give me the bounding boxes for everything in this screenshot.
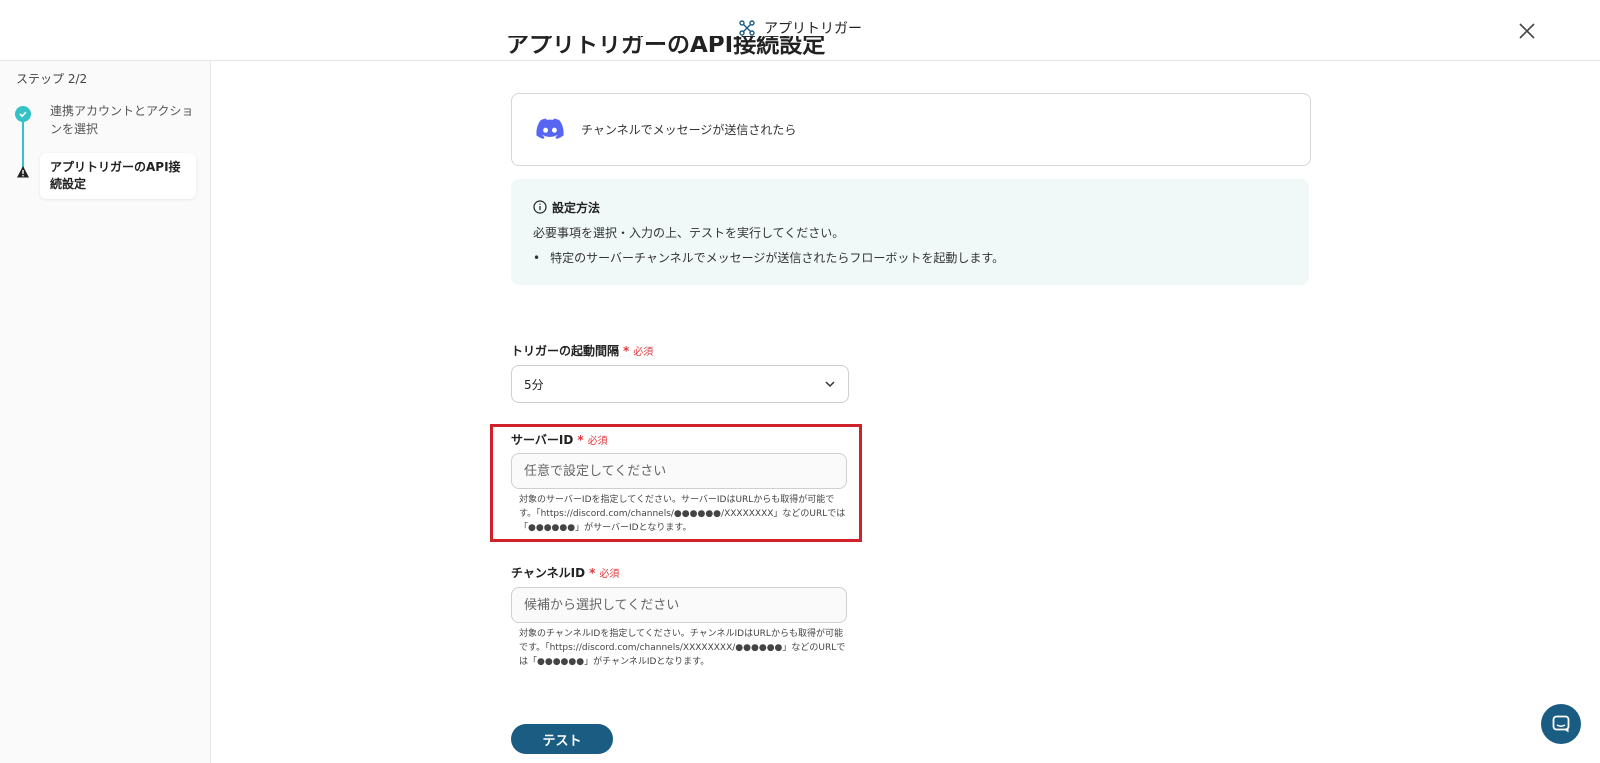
header-title: アプリトリガー xyxy=(764,21,862,37)
trigger-action-card: チャンネルでメッセージが送信されたら xyxy=(511,93,1311,166)
info-title: 設定方法 xyxy=(552,201,601,215)
info-bullet-text: 特定のサーバーチャンネルでメッセージが送信されたらフローボットを起動します。 xyxy=(550,251,1005,265)
server-id-label-text: サーバーID xyxy=(511,433,574,447)
channel-id-label: チャンネルID * 必須 xyxy=(511,564,619,581)
channel-id-input[interactable] xyxy=(511,587,847,623)
required-badge: 必須 xyxy=(587,436,608,447)
step-sidebar: ステップ 2/2 連携アカウントとアクションを選択 アプリトリガーのAPI接続設… xyxy=(0,61,211,763)
required-badge: 必須 xyxy=(599,569,620,580)
interval-select-value: 5分 xyxy=(524,378,544,392)
interval-label-text: トリガーの起動間隔 xyxy=(511,344,620,358)
app-trigger-icon xyxy=(739,20,755,36)
required-star: * xyxy=(589,565,596,580)
required-badge: 必須 xyxy=(633,347,654,358)
interval-label: トリガーの起動間隔 * 必須 xyxy=(511,342,653,359)
required-star: * xyxy=(623,343,630,358)
trigger-action-label: チャンネルでメッセージが送信されたら xyxy=(581,123,797,137)
step-item-select-account[interactable]: 連携アカウントとアクションを選択 xyxy=(50,102,200,138)
required-star: * xyxy=(577,432,584,447)
warning-icon xyxy=(17,166,29,178)
server-id-help: 対象のサーバーIDを指定してください。サーバーIDはURLからも取得が可能です。… xyxy=(519,495,846,533)
info-bullet: 特定のサーバーチャンネルでメッセージが送信されたらフローボットを起動します。 xyxy=(533,249,1004,266)
discord-icon xyxy=(536,118,564,139)
server-id-input[interactable] xyxy=(511,453,847,489)
step-counter: ステップ 2/2 xyxy=(16,72,88,86)
chat-button[interactable] xyxy=(1541,704,1581,744)
channel-id-help: 対象のチャンネルIDを指定してください。チャンネルIDはURLからも取得が可能で… xyxy=(519,629,846,667)
close-icon[interactable] xyxy=(1516,20,1538,42)
info-instructions: 必要事項を選択・入力の上、テストを実行してください。 xyxy=(533,226,845,240)
interval-select[interactable]: 5分 xyxy=(511,365,849,403)
page-title: アプリトリガーのAPI接続設定 xyxy=(506,36,826,58)
test-button[interactable]: テスト xyxy=(511,724,613,754)
server-id-label: サーバーID * 必須 xyxy=(511,431,608,448)
chat-icon xyxy=(1552,715,1570,733)
header-title-group: アプリトリガー xyxy=(0,18,1600,38)
chevron-down-icon xyxy=(825,381,835,388)
info-box: 設定方法 必要事項を選択・入力の上、テストを実行してください。 特定のサーバーチ… xyxy=(511,179,1309,285)
channel-id-label-text: チャンネルID xyxy=(511,566,586,580)
step-item-api-settings[interactable]: アプリトリガーのAPI接続設定 xyxy=(40,153,196,199)
step-item-label: アプリトリガーのAPI接続設定 xyxy=(50,160,181,191)
info-icon xyxy=(533,200,547,214)
check-icon xyxy=(15,106,31,122)
